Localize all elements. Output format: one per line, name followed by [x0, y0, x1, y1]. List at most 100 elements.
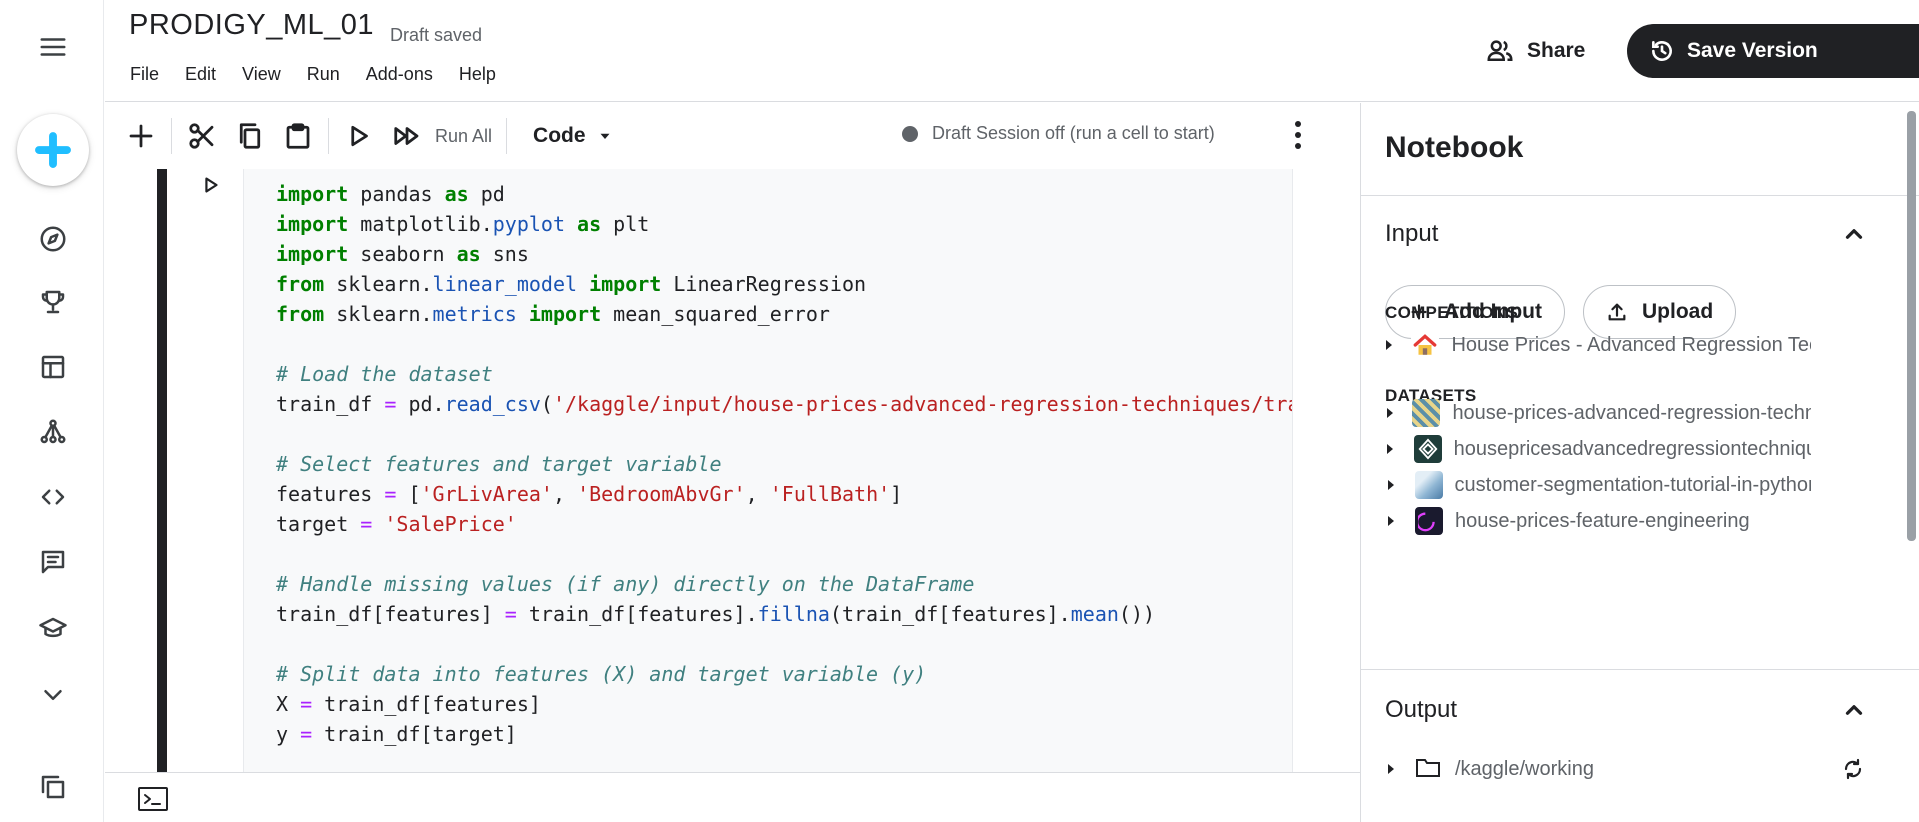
collapse-output-icon[interactable]	[1841, 697, 1867, 723]
play-icon	[205, 177, 218, 193]
menu-file[interactable]: File	[130, 64, 159, 85]
divider	[1361, 195, 1919, 196]
house-thumbnail-icon	[1411, 331, 1440, 359]
code-token: metrics	[432, 302, 517, 326]
dataset-item[interactable]: house-prices-feature-engineering	[1381, 506, 1811, 536]
add-cell-icon[interactable]	[117, 112, 165, 160]
code-token: import	[528, 302, 602, 326]
code-token: sns	[480, 242, 529, 266]
code-token: [	[396, 482, 421, 506]
terminal-icon[interactable]	[137, 786, 169, 812]
code-token: pd	[468, 182, 505, 206]
learn-icon[interactable]	[36, 612, 70, 646]
run-cell-icon[interactable]	[335, 112, 383, 160]
dataset-name: customer-segmentation-tutorial-in-python	[1454, 473, 1811, 496]
console-bar	[105, 772, 1360, 822]
cell-type-select[interactable]: Code	[533, 124, 614, 148]
code-token: linear_model	[432, 272, 578, 296]
menu-help[interactable]: Help	[459, 64, 496, 85]
copy-icon[interactable]	[36, 770, 70, 804]
models-icon[interactable]	[36, 415, 70, 449]
expand-icon[interactable]	[1381, 475, 1401, 495]
code-cell[interactable]: import pandas as pd import matplotlib.pyp…	[243, 169, 1293, 772]
code-token: =	[384, 482, 397, 506]
code-token: seaborn	[348, 242, 457, 266]
code-token: train_df[features]	[276, 602, 505, 626]
share-button[interactable]: Share	[1485, 36, 1585, 66]
expand-icon[interactable]	[1381, 403, 1398, 423]
code-line: import seaborn as sns	[276, 239, 1292, 269]
refresh-icon[interactable]	[1841, 757, 1867, 783]
menu-bar: File Edit View Run Add-ons Help	[130, 64, 522, 85]
dataset-item[interactable]: customer-segmentation-tutorial-in-python	[1381, 470, 1811, 500]
code-token: 'FullBath'	[769, 482, 891, 506]
table-icon[interactable]	[36, 350, 70, 384]
expand-icon[interactable]	[1381, 759, 1401, 779]
paste-icon[interactable]	[274, 112, 322, 160]
code-token: import	[276, 212, 349, 236]
expand-icon[interactable]	[1381, 439, 1400, 459]
save-version-button[interactable]: Save Version 0	[1627, 24, 1919, 78]
save-version-label: Save Version	[1687, 39, 1818, 62]
dataset-thumbnail-icon	[1412, 399, 1441, 427]
output-folder-item[interactable]: /kaggle/working	[1381, 754, 1901, 784]
expand-icon[interactable]	[1381, 335, 1397, 355]
run-all-icon[interactable]	[383, 112, 431, 160]
run-all-button[interactable]: Run All	[435, 126, 492, 147]
copy-cell-icon[interactable]	[226, 112, 274, 160]
code-icon[interactable]	[36, 480, 70, 514]
comment-icon[interactable]	[36, 545, 70, 579]
code-token: y	[276, 722, 301, 746]
dataset-thumbnail-icon	[1414, 471, 1443, 499]
dataset-item[interactable]: housepricesadvancedregressiontechniques	[1381, 434, 1811, 464]
menu-edit[interactable]: Edit	[185, 64, 216, 85]
more-options-icon[interactable]	[1280, 117, 1316, 153]
code-token: ())	[1118, 602, 1156, 626]
collapse-input-icon[interactable]	[1841, 221, 1867, 247]
code-token: pandas	[348, 182, 445, 206]
code-token: # Select features and target variable	[276, 452, 722, 476]
upload-icon	[1608, 303, 1626, 321]
code-editor[interactable]: import pandas as pd import matplotlib.pyp…	[276, 179, 1292, 749]
code-line: import matplotlib.pyplot as plt	[276, 209, 1292, 239]
trophy-icon[interactable]	[36, 285, 70, 319]
code-token: ,	[552, 482, 578, 506]
create-button[interactable]	[17, 114, 89, 186]
expand-icon[interactable]	[1381, 511, 1401, 531]
menu-view[interactable]: View	[242, 64, 281, 85]
code-line: target = 'SalePrice'	[276, 509, 1292, 539]
cell-type-label: Code	[533, 124, 586, 147]
competition-name: House Prices - Advanced Regression Techn…	[1451, 333, 1811, 356]
active-cell-indicator	[157, 169, 167, 772]
code-line: y = train_df[target]	[276, 719, 1292, 749]
code-token: import	[589, 272, 662, 296]
dataset-item[interactable]: house-prices-advanced-regression-techniq…	[1381, 398, 1811, 428]
notebook-title[interactable]: PRODIGY_ML_01	[129, 9, 374, 42]
input-section-title[interactable]: Input	[1385, 220, 1438, 248]
cell-run-button[interactable]	[195, 169, 227, 201]
menu-addons[interactable]: Add-ons	[366, 64, 433, 85]
panel-scrollbar[interactable]	[1907, 111, 1916, 541]
code-token: as	[456, 242, 481, 266]
code-line: import pandas as pd	[276, 179, 1292, 209]
code-token: =	[360, 512, 373, 536]
code-line: train_df[features] = train_df[features].…	[276, 599, 1292, 629]
competitions-heading: COMPETITIONS	[1385, 303, 1518, 322]
output-section-title[interactable]: Output	[1385, 696, 1457, 724]
code-line: # Split data into features (X) and targe…	[276, 659, 1292, 689]
output-path: /kaggle/working	[1455, 757, 1594, 780]
compass-icon[interactable]	[36, 222, 70, 256]
menu-icon[interactable]	[36, 30, 70, 64]
session-status[interactable]: Draft Session off (run a cell to start)	[902, 123, 1215, 144]
cut-icon[interactable]	[178, 112, 226, 160]
code-token: sklearn.	[324, 272, 433, 296]
code-token: fillna	[757, 602, 830, 626]
competition-item[interactable]: House Prices - Advanced Regression Techn…	[1381, 330, 1811, 360]
menu-run[interactable]: Run	[307, 64, 340, 85]
code-token: # Split data into features (X) and targe…	[276, 662, 927, 686]
code-token: train_df	[276, 392, 385, 416]
chevron-down-icon[interactable]	[36, 678, 70, 712]
